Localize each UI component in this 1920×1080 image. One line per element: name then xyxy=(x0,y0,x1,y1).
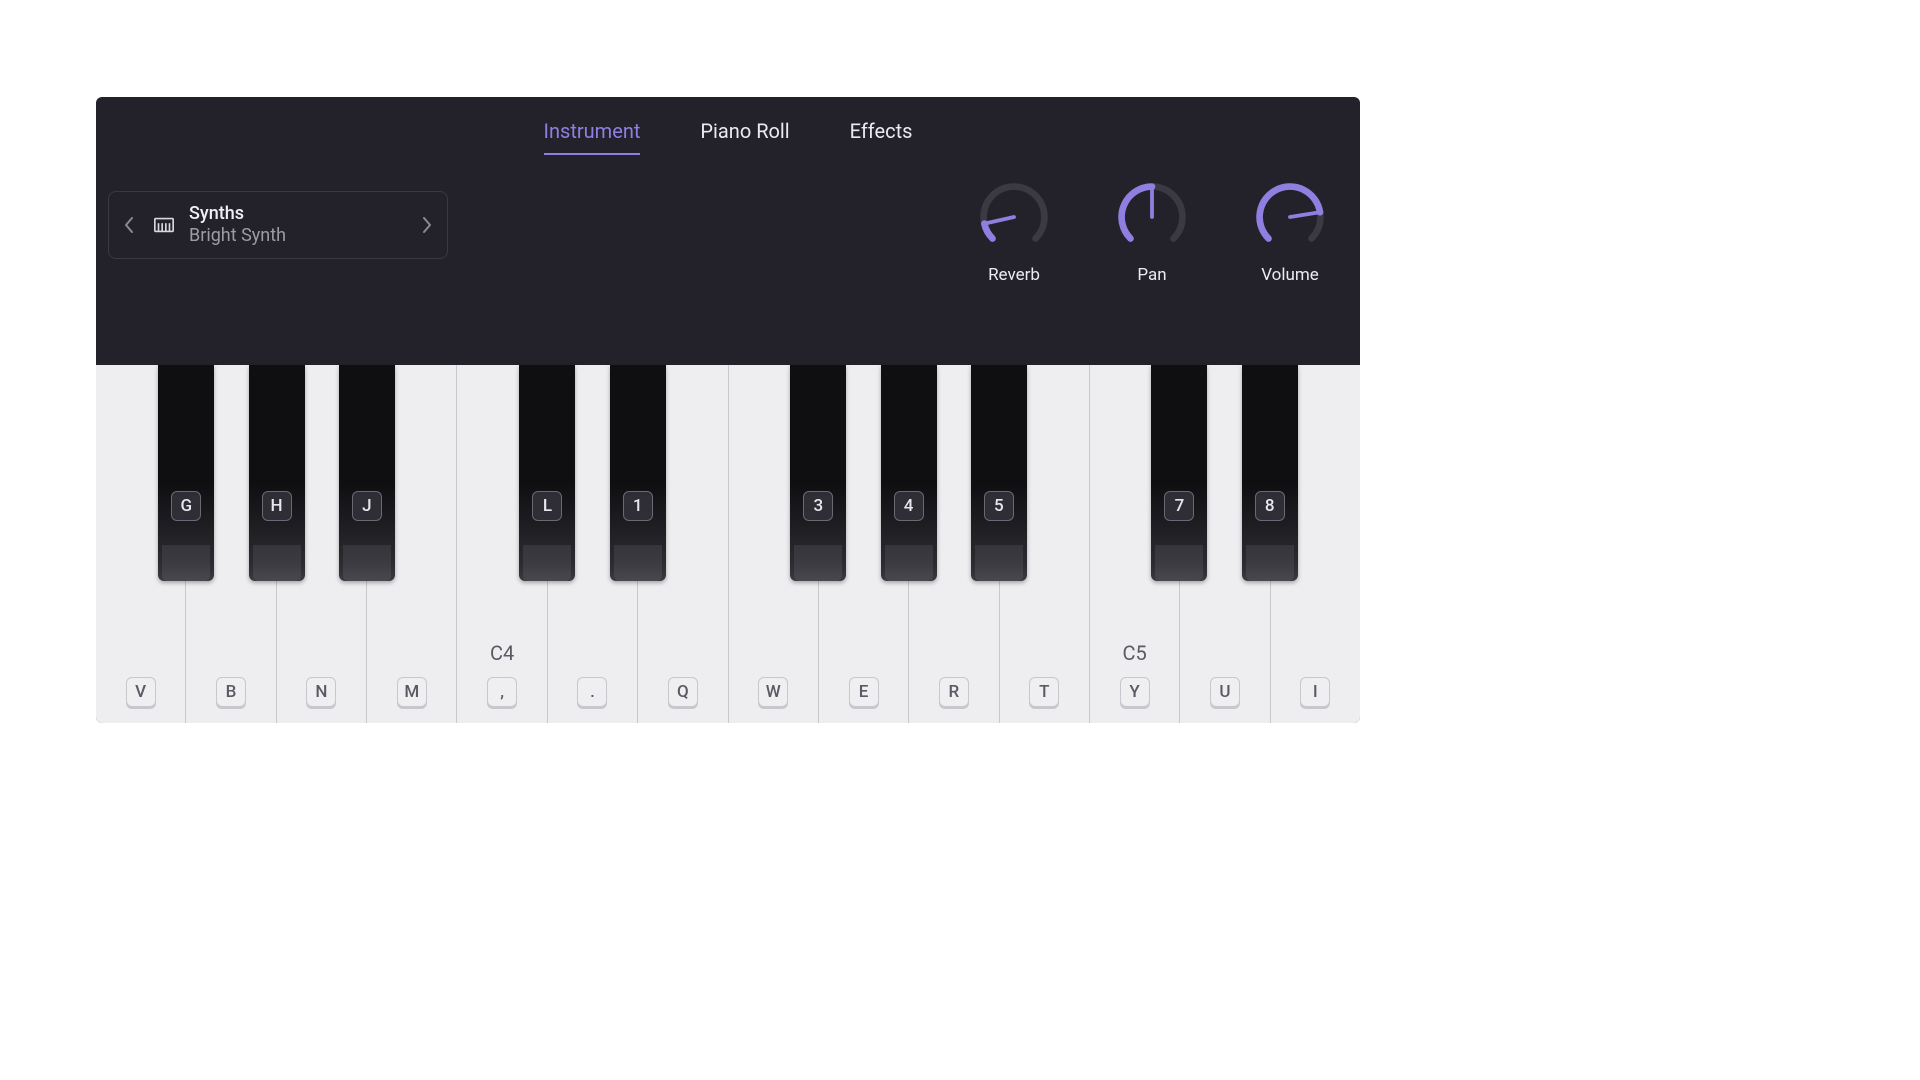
black-key[interactable]: H xyxy=(249,365,305,581)
black-key-lip xyxy=(523,545,571,581)
black-key-lip xyxy=(1246,545,1294,581)
black-key-lip xyxy=(253,545,301,581)
black-key[interactable]: 7 xyxy=(1151,365,1207,581)
black-key[interactable]: 4 xyxy=(881,365,937,581)
keycap: B xyxy=(216,677,246,707)
black-key-lip xyxy=(162,545,210,581)
black-key-lip xyxy=(343,545,391,581)
mode-tabs: Instrument Piano Roll Effects xyxy=(96,97,1360,155)
note-label: C5 xyxy=(1122,641,1146,665)
pan-knob[interactable]: Pan xyxy=(1114,179,1190,285)
black-key-lip xyxy=(975,545,1023,581)
black-key[interactable]: 1 xyxy=(610,365,666,581)
keycap: 5 xyxy=(984,491,1014,521)
black-key[interactable]: J xyxy=(339,365,395,581)
keycap: R xyxy=(939,677,969,707)
chevron-right-icon xyxy=(422,217,432,233)
synth-icon xyxy=(153,214,175,236)
black-key[interactable]: 3 xyxy=(790,365,846,581)
keycap: 7 xyxy=(1164,491,1194,521)
keycap: N xyxy=(306,677,336,707)
keycap: H xyxy=(262,491,292,521)
keycap: Q xyxy=(668,677,698,707)
knob-dial xyxy=(1114,179,1190,255)
keycap: T xyxy=(1029,677,1059,707)
keycap: U xyxy=(1210,677,1240,707)
controls-row: Synths Bright Synth Reverb Pan Volume xyxy=(96,155,1360,365)
tab-effects[interactable]: Effects xyxy=(850,119,913,155)
black-key-lip xyxy=(794,545,842,581)
instrument-selector[interactable]: Synths Bright Synth xyxy=(108,191,448,259)
black-key[interactable]: G xyxy=(158,365,214,581)
keycap: W xyxy=(758,677,788,707)
prev-instrument-button[interactable] xyxy=(119,215,139,235)
keycap: , xyxy=(487,677,517,707)
reverb-knob[interactable]: Reverb xyxy=(976,179,1052,285)
black-key-lip xyxy=(614,545,662,581)
knobs: Reverb Pan Volume xyxy=(976,179,1328,285)
keycap: Y xyxy=(1120,677,1150,707)
keycap: 1 xyxy=(623,491,653,521)
black-key[interactable]: 8 xyxy=(1242,365,1298,581)
keycap: 3 xyxy=(803,491,833,521)
chevron-left-icon xyxy=(124,217,134,233)
next-instrument-button[interactable] xyxy=(417,215,437,235)
keycap: V xyxy=(126,677,156,707)
volume-knob[interactable]: Volume xyxy=(1252,179,1328,285)
keycap: . xyxy=(577,677,607,707)
keycap: I xyxy=(1300,677,1330,707)
keycap: 8 xyxy=(1255,491,1285,521)
knob-label: Volume xyxy=(1261,265,1319,285)
knob-label: Pan xyxy=(1137,265,1166,285)
synth-app: Instrument Piano Roll Effects Synths Bri… xyxy=(96,97,1360,723)
black-key-lip xyxy=(1155,545,1203,581)
keycap: M xyxy=(397,677,427,707)
keycap: 4 xyxy=(894,491,924,521)
knob-dial xyxy=(976,179,1052,255)
black-key[interactable]: 5 xyxy=(971,365,1027,581)
tab-instrument[interactable]: Instrument xyxy=(544,119,641,155)
instrument-name: Bright Synth xyxy=(189,225,403,248)
note-label: C4 xyxy=(490,641,514,665)
keycap: J xyxy=(352,491,382,521)
keycap: E xyxy=(849,677,879,707)
black-key[interactable]: L xyxy=(519,365,575,581)
keycap: G xyxy=(171,491,201,521)
knob-dial xyxy=(1252,179,1328,255)
instrument-text: Synths Bright Synth xyxy=(189,203,403,248)
black-key-lip xyxy=(885,545,933,581)
tab-piano-roll[interactable]: Piano Roll xyxy=(700,119,789,155)
keycap: L xyxy=(532,491,562,521)
instrument-category: Synths xyxy=(189,203,403,226)
knob-label: Reverb xyxy=(988,265,1040,285)
keyboard: V B N M C4,. Q W E R T C5 Y U I G H J L 1 3 4 5 7 8 xyxy=(96,365,1360,723)
